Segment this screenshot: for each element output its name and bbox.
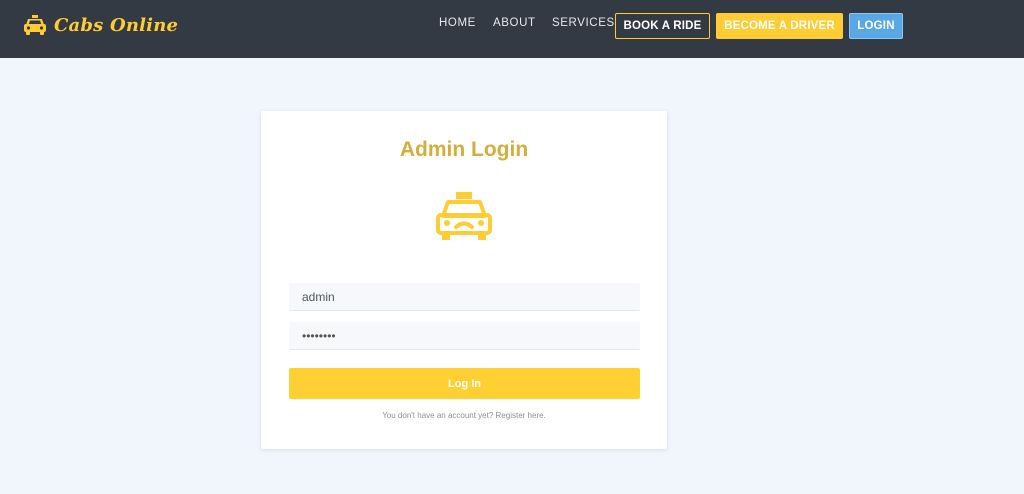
- login-button[interactable]: LOGIN: [849, 13, 903, 39]
- brand-name: Cabs Online: [54, 14, 179, 36]
- nav-link-services[interactable]: SERVICES: [552, 17, 615, 29]
- log-in-button[interactable]: Log In: [289, 368, 640, 399]
- register-prompt: You don't have an account yet? Register …: [261, 411, 667, 420]
- page-title: Admin Login: [399, 138, 529, 161]
- nav-link-about[interactable]: ABOUT: [493, 17, 536, 29]
- taxi-icon: [435, 190, 493, 242]
- book-a-ride-button[interactable]: BOOK A RIDE: [615, 13, 710, 39]
- nav-link-home[interactable]: HOME: [439, 17, 476, 29]
- register-prefix: You don't have an account yet?: [382, 411, 496, 420]
- become-a-driver-button[interactable]: BECOME A DRIVER: [716, 13, 843, 39]
- register-link[interactable]: Register here.: [496, 411, 546, 420]
- password-field[interactable]: [289, 322, 640, 350]
- admin-login-card: Admin Login Log In You don't have an acc…: [261, 111, 667, 449]
- username-field[interactable]: [289, 283, 640, 311]
- taxi-icon: [24, 15, 46, 35]
- brand-logo[interactable]: Cabs Online: [24, 13, 178, 37]
- top-navbar: Cabs Online HOME ABOUT SERVICES BOOK A R…: [0, 0, 1024, 58]
